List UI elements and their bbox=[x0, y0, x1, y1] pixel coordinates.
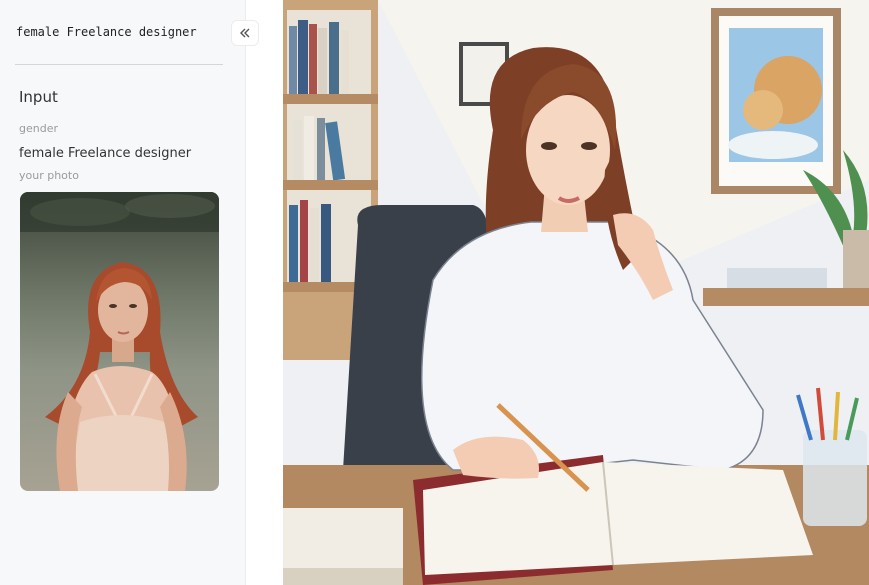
generated-result-image bbox=[283, 0, 869, 585]
collapse-sidebar-button[interactable] bbox=[231, 20, 259, 46]
gender-value: female Freelance designer bbox=[19, 146, 192, 161]
gender-label: gender bbox=[19, 122, 58, 135]
input-section-heading: Input bbox=[19, 88, 58, 106]
sidebar: female Freelance designer Input gender f… bbox=[0, 0, 246, 585]
input-photo bbox=[20, 192, 219, 491]
double-chevron-left-icon bbox=[240, 28, 250, 38]
prompt-title: female Freelance designer bbox=[16, 25, 197, 39]
sidebar-divider bbox=[15, 64, 223, 65]
photo-label: your photo bbox=[19, 169, 79, 182]
